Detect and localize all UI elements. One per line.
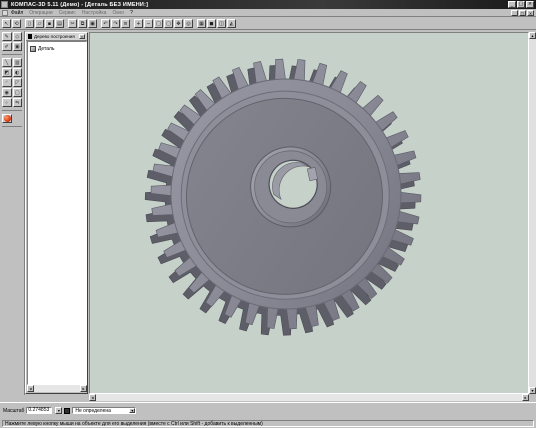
menu-help[interactable]: ? bbox=[127, 10, 136, 16]
orientation-button[interactable]: ▾ bbox=[55, 407, 63, 414]
new-document-icon[interactable]: ▯ bbox=[25, 19, 34, 28]
tree-close-button[interactable]: × bbox=[79, 34, 85, 39]
menu-operations[interactable]: Операции bbox=[26, 10, 55, 16]
cut-extrude-icon[interactable]: ◩ bbox=[2, 68, 12, 77]
menu-service[interactable]: Сервис bbox=[56, 10, 79, 16]
tree-title: Дерево построения bbox=[34, 34, 75, 39]
redo-icon[interactable]: ↷ bbox=[111, 19, 120, 28]
open-document-icon[interactable]: ▱ bbox=[35, 19, 44, 28]
wireframe-icon[interactable]: ▦ bbox=[197, 19, 206, 28]
tree-node-label: Деталь bbox=[38, 46, 55, 52]
stop-icon bbox=[3, 115, 11, 122]
property-bar: Масштаб 0.274853 ▾ Не определена ▾ bbox=[0, 402, 536, 418]
status-text: Нажмите левую кнопку мыши на объекте для… bbox=[2, 420, 534, 427]
properties-icon[interactable]: ≡ bbox=[121, 19, 130, 28]
operations-icon[interactable]: ▣ bbox=[12, 42, 22, 51]
close-button[interactable]: × bbox=[526, 1, 534, 8]
tree-header: Дерево построения × bbox=[26, 33, 87, 41]
scroll-right-icon[interactable]: ▸ bbox=[80, 385, 87, 392]
viewport-horizontal-scrollbar[interactable]: ◂ ▸ bbox=[89, 394, 529, 401]
status-bar: Нажмите левую кнопку мыши на объекте для… bbox=[0, 419, 536, 428]
zoom-out-icon[interactable]: − bbox=[144, 19, 153, 28]
doc-close-button[interactable]: × bbox=[527, 10, 534, 16]
mirror-icon[interactable]: ⇋ bbox=[12, 98, 22, 107]
fillet-icon[interactable]: ◜ bbox=[2, 78, 12, 87]
array-icon[interactable]: ⁘ bbox=[2, 98, 12, 107]
doc-restore-button[interactable]: □ bbox=[519, 10, 526, 16]
scroll-down-icon[interactable]: ▾ bbox=[529, 387, 536, 394]
window-title: КОМПАС-3D 5.11 (Демо) - [Деталь БЕЗ ИМЕН… bbox=[11, 1, 149, 8]
tree-body[interactable]: Деталь bbox=[27, 41, 87, 385]
hscroll-left-icon[interactable]: ◂ bbox=[89, 394, 96, 401]
menu-bar: Файл Операции Сервис Настройка Окно ? _ … bbox=[0, 9, 536, 17]
rotate-icon[interactable]: ⟲ bbox=[12, 19, 21, 28]
line-icon[interactable]: ╲ bbox=[2, 58, 12, 67]
pan-icon[interactable]: ✥ bbox=[174, 19, 183, 28]
menu-settings[interactable]: Настройка bbox=[79, 10, 110, 16]
orientation-select[interactable]: Не определена ▾ bbox=[72, 407, 137, 414]
sketch-icon[interactable]: ✎ bbox=[2, 32, 12, 41]
chamfer-icon[interactable]: ◸ bbox=[12, 78, 22, 87]
zoom-window-icon[interactable]: □ bbox=[154, 19, 163, 28]
tree-horizontal-scrollbar[interactable]: ◂ ▸ bbox=[27, 385, 87, 392]
main-toolbar: ↖ ⟲ ▯ ▱ ▪ ▤ ✂ ⧉ ▣ ↶ ↷ ≡ + − □ ▢ ✥ ◎ ▦ ◼ … bbox=[0, 18, 536, 30]
perspective-icon[interactable]: ◭ bbox=[227, 19, 236, 28]
undo-icon[interactable]: ↶ bbox=[101, 19, 110, 28]
compact-toolbar: ✎ ◇ ✐ ▣ ╲ ▥ ◩ ◐ ◜ ◸ ◉ ▢ ⁘ ⇋ bbox=[0, 31, 25, 395]
stop-button[interactable] bbox=[2, 114, 12, 123]
orientation-value: Не определена bbox=[75, 407, 111, 414]
app-icon[interactable] bbox=[1, 1, 8, 8]
save-icon[interactable]: ▪ bbox=[45, 19, 54, 28]
zoom-fit-icon[interactable]: ▢ bbox=[164, 19, 173, 28]
edit-icon[interactable]: ✐ bbox=[2, 42, 12, 51]
menu-file[interactable]: Файл bbox=[8, 10, 26, 16]
viewport-vertical-scrollbar[interactable]: ▴ ▾ bbox=[529, 32, 536, 394]
shaded-icon[interactable]: ◼ bbox=[207, 19, 216, 28]
maximize-button[interactable]: □ bbox=[517, 1, 525, 8]
part-icon bbox=[30, 46, 36, 52]
hole-icon[interactable]: ◉ bbox=[2, 88, 12, 97]
print-icon[interactable]: ▤ bbox=[55, 19, 64, 28]
scroll-left-icon[interactable]: ◂ bbox=[27, 385, 34, 392]
gear-model[interactable] bbox=[90, 33, 530, 395]
hscroll-right-icon[interactable]: ▸ bbox=[522, 394, 529, 401]
orbit-icon[interactable]: ◎ bbox=[184, 19, 193, 28]
copy-icon[interactable]: ⧉ bbox=[78, 19, 87, 28]
zoom-in-icon[interactable]: + bbox=[134, 19, 143, 28]
paste-icon[interactable]: ▣ bbox=[88, 19, 97, 28]
scale-input[interactable]: 0.274853 bbox=[26, 407, 53, 414]
model-tree-panel: Дерево построения × Деталь ◂ ▸ bbox=[25, 32, 88, 394]
select-tool-icon[interactable]: ↖ bbox=[2, 19, 11, 28]
shell-icon[interactable]: ▢ bbox=[12, 88, 22, 97]
scroll-up-icon[interactable]: ▴ bbox=[529, 32, 536, 39]
menu-window[interactable]: Окно bbox=[109, 10, 127, 16]
chevron-down-icon[interactable]: ▾ bbox=[129, 408, 136, 413]
minimize-button[interactable]: _ bbox=[508, 1, 516, 8]
extrude-icon[interactable]: ▥ bbox=[12, 58, 22, 67]
title-bar: КОМПАС-3D 5.11 (Демо) - [Деталь БЕЗ ИМЕН… bbox=[0, 0, 536, 9]
cut-icon[interactable]: ✂ bbox=[68, 19, 77, 28]
tree-node-part[interactable]: Деталь bbox=[30, 46, 84, 52]
scale-label: Масштаб bbox=[3, 407, 25, 414]
doc-minimize-button[interactable]: _ bbox=[511, 10, 518, 16]
rotate-feature-icon[interactable]: ◐ bbox=[12, 68, 22, 77]
orientation-icon bbox=[64, 407, 71, 414]
geometry-icon[interactable]: ◇ bbox=[12, 32, 22, 41]
hidden-lines-icon[interactable]: ◫ bbox=[217, 19, 226, 28]
tree-icon bbox=[28, 34, 32, 39]
model-viewport[interactable] bbox=[89, 32, 529, 394]
